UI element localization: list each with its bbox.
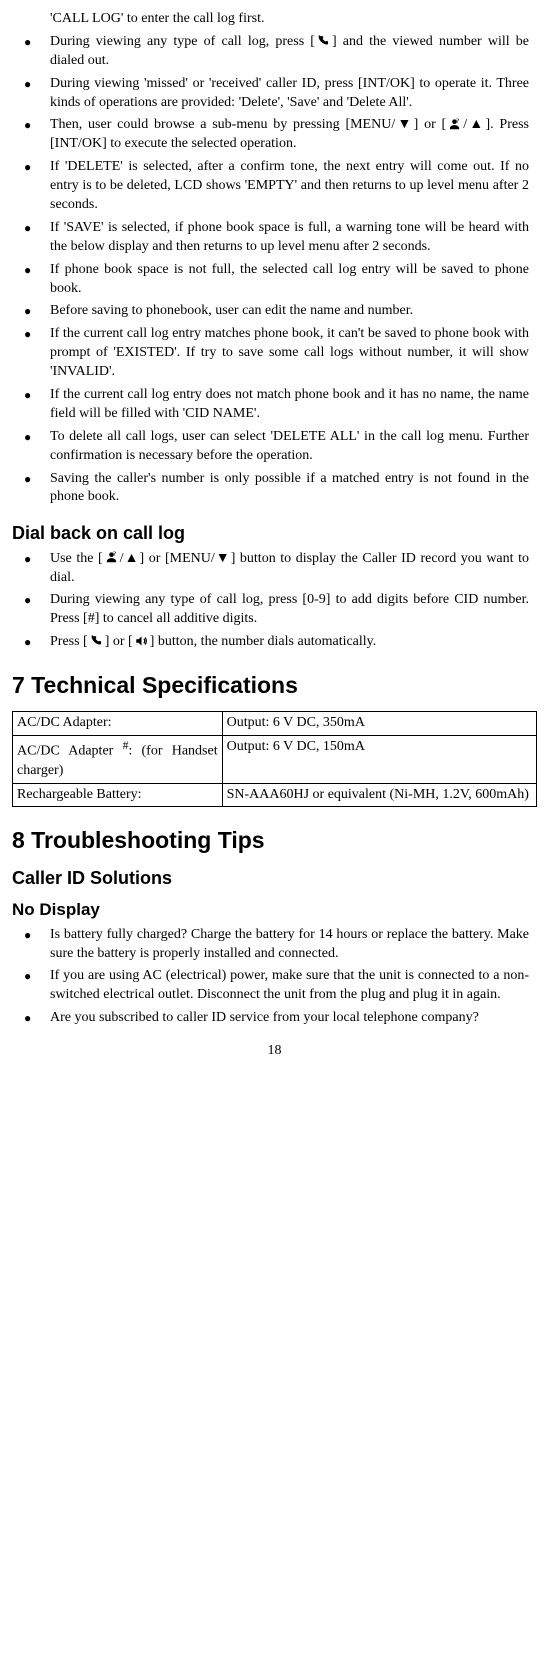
spec-label: Rechargeable Battery: xyxy=(13,783,223,807)
list-item: Use the [?/▲] or [MENU/▼] button to disp… xyxy=(12,550,537,588)
svg-text:?: ? xyxy=(456,118,459,124)
tech-heading: 7 Technical Specifications xyxy=(12,670,537,701)
spec-value: SN-AAA60HJ or equivalent (Ni-MH, 1.2V, 6… xyxy=(222,783,536,807)
nodisplay-heading: No Display xyxy=(12,899,537,922)
list-item: If phone book space is not full, the sel… xyxy=(12,261,537,299)
list-item: If 'SAVE' is selected, if phone book spa… xyxy=(12,219,537,257)
nodisplay-list: Is battery fully charged? Charge the bat… xyxy=(12,926,537,1028)
handset-icon xyxy=(88,634,105,649)
table-row: AC/DC Adapter #: (for Handset charger)Ou… xyxy=(13,736,537,783)
list-item: To delete all call logs, user can select… xyxy=(12,428,537,466)
spec-label: AC/DC Adapter: xyxy=(13,712,223,736)
list-item: Are you subscribed to caller ID service … xyxy=(12,1009,537,1028)
list-item: If you are using AC (electrical) power, … xyxy=(12,967,537,1005)
table-row: AC/DC Adapter:Output: 6 V DC, 350mA xyxy=(13,712,537,736)
svg-text:?: ? xyxy=(113,552,116,558)
list-item: During viewing any type of call log, pre… xyxy=(12,591,537,629)
table-row: Rechargeable Battery:SN-AAA60HJ or equiv… xyxy=(13,783,537,807)
person-icon: ? xyxy=(103,551,120,566)
list-item: If 'DELETE' is selected, after a confirm… xyxy=(12,158,537,215)
list-item: Saving the caller's number is only possi… xyxy=(12,470,537,508)
person-icon: ? xyxy=(446,117,463,132)
dialback-list: Use the [?/▲] or [MENU/▼] button to disp… xyxy=(12,550,537,652)
spec-label: AC/DC Adapter #: (for Handset charger) xyxy=(13,736,223,783)
trouble-heading: 8 Troubleshooting Tips xyxy=(12,825,537,856)
list-item: During viewing 'missed' or 'received' ca… xyxy=(12,75,537,113)
speaker-icon xyxy=(133,634,150,649)
list-item: Before saving to phonebook, user can edi… xyxy=(12,302,537,321)
main-list: During viewing any type of call log, pre… xyxy=(12,33,537,507)
list-item: Press [] or [] button, the number dials … xyxy=(12,633,537,652)
intro-text: 'CALL LOG' to enter the call log first. xyxy=(12,10,537,29)
list-item: During viewing any type of call log, pre… xyxy=(12,33,537,71)
spec-value: Output: 6 V DC, 350mA xyxy=(222,712,536,736)
dialback-heading: Dial back on call log xyxy=(12,521,537,545)
list-item: Is battery fully charged? Charge the bat… xyxy=(12,926,537,964)
spec-table: AC/DC Adapter:Output: 6 V DC, 350mAAC/DC… xyxy=(12,711,537,807)
page-number: 18 xyxy=(12,1042,537,1061)
handset-icon xyxy=(315,34,332,49)
spec-value: Output: 6 V DC, 150mA xyxy=(222,736,536,783)
list-item: If the current call log entry does not m… xyxy=(12,386,537,424)
list-item: Then, user could browse a sub-menu by pr… xyxy=(12,116,537,154)
list-item: If the current call log entry matches ph… xyxy=(12,325,537,382)
callerid-heading: Caller ID Solutions xyxy=(12,866,537,890)
